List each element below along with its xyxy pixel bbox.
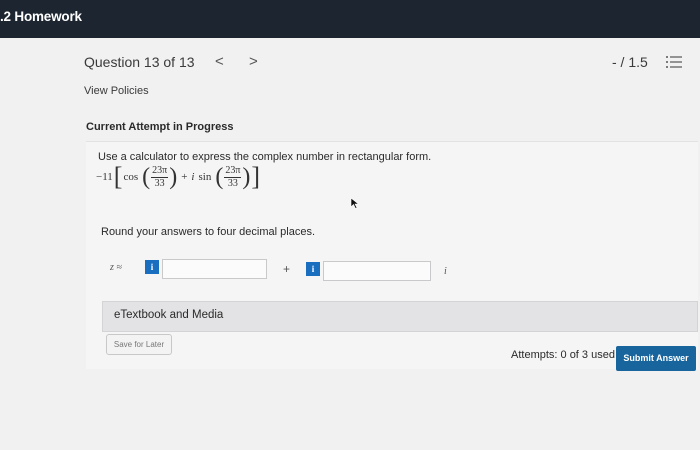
rounding-instruction: Round your answers to four decimal place… xyxy=(101,226,315,238)
formula-cos: cos xyxy=(123,171,139,183)
complex-number-formula: −11 [ cos ( 23π 33 ) + i sin ( 23π 33 ) … xyxy=(96,162,261,192)
formula-close-paren: ) xyxy=(242,164,251,190)
formula-close-bracket: ] xyxy=(251,162,261,191)
z-approx-label: z ≈ xyxy=(110,262,122,273)
info-icon[interactable]: i xyxy=(306,262,320,276)
fraction-numerator: 23π xyxy=(151,164,169,178)
question-score: - / 1.5 xyxy=(612,54,648,70)
imaginary-unit-label: i xyxy=(444,266,447,277)
real-part-input[interactable] xyxy=(162,259,267,279)
list-icon[interactable] xyxy=(665,54,683,70)
formula-coefficient: −11 xyxy=(96,171,113,183)
formula-fraction-cos: 23π 33 xyxy=(151,164,169,190)
info-icon[interactable]: i xyxy=(145,260,159,274)
plus-sign: + xyxy=(283,262,291,276)
formula-fraction-sin: 23π 33 xyxy=(224,164,242,190)
top-bar: .2 Homework xyxy=(0,0,700,38)
formula-imag-unit: i xyxy=(191,171,195,183)
fraction-denominator: 33 xyxy=(154,177,165,189)
formula-plus: + xyxy=(181,171,188,183)
imaginary-part-input[interactable] xyxy=(323,261,431,281)
assignment-title: .2 Homework xyxy=(0,9,82,24)
formula-close-paren: ) xyxy=(169,164,178,190)
formula-open-paren: ( xyxy=(142,164,151,190)
fraction-numerator: 23π xyxy=(224,164,242,178)
etextbook-link[interactable]: eTextbook and Media xyxy=(114,309,223,321)
attempts-counter: Attempts: 0 of 3 used xyxy=(511,349,615,361)
question-counter: Question 13 of 13 xyxy=(84,54,195,70)
mouse-cursor-icon xyxy=(350,197,360,209)
save-for-later-button[interactable]: Save for Later xyxy=(106,334,172,355)
submit-answer-button[interactable]: Submit Answer xyxy=(616,346,696,371)
formula-open-bracket: [ xyxy=(113,162,123,191)
attempt-status-heading: Current Attempt in Progress xyxy=(86,121,234,133)
chevron-left-icon[interactable]: < xyxy=(215,53,224,70)
formula-open-paren: ( xyxy=(215,164,224,190)
fraction-denominator: 33 xyxy=(227,177,238,189)
chevron-right-icon[interactable]: > xyxy=(249,53,258,70)
formula-sin: sin xyxy=(198,171,212,183)
view-policies-link[interactable]: View Policies xyxy=(84,85,149,97)
